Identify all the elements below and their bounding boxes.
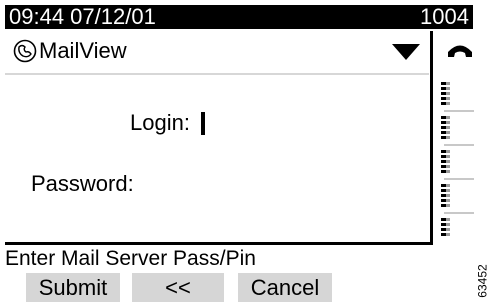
date-time: 09:44 07/12/01 — [9, 4, 156, 29]
title-separator — [5, 73, 429, 75]
line-button-5[interactable] — [434, 214, 474, 242]
prompt-text: Enter Mail Server Pass/Pin — [5, 247, 256, 270]
line-button-icon-shade — [446, 82, 450, 106]
line-button-4[interactable] — [434, 180, 474, 214]
cancel-softkey[interactable]: Cancel — [238, 273, 332, 302]
login-label: Login: — [130, 110, 190, 135]
extension-number: 1004 — [420, 4, 469, 29]
panel-divider — [430, 31, 433, 244]
figure-id: 63452 — [472, 262, 494, 302]
line-button-icon-shade — [446, 218, 450, 238]
line-button-icon-shade — [446, 150, 450, 174]
back-softkey[interactable]: << — [132, 273, 224, 302]
voicemail-icon — [13, 39, 37, 63]
figure-id-text: 63452 — [475, 264, 490, 298]
phone-handset-icon — [448, 45, 472, 57]
screen-bottom-border — [5, 242, 433, 245]
line-button-3[interactable] — [434, 146, 474, 180]
line-button-icon-shade — [446, 184, 450, 208]
line-button-icon-shade — [446, 116, 450, 140]
dropdown-arrow-icon[interactable] — [392, 44, 420, 60]
title-bar: MailView — [5, 31, 429, 73]
line-button-1[interactable] — [434, 78, 474, 112]
line-button-2[interactable] — [434, 112, 474, 146]
password-label: Password: — [31, 171, 134, 196]
status-bar: 09:44 07/12/01 1004 — [5, 5, 473, 29]
login-input-cursor[interactable] — [201, 112, 205, 135]
submit-softkey[interactable]: Submit — [26, 273, 120, 302]
app-title: MailView — [39, 38, 127, 63]
